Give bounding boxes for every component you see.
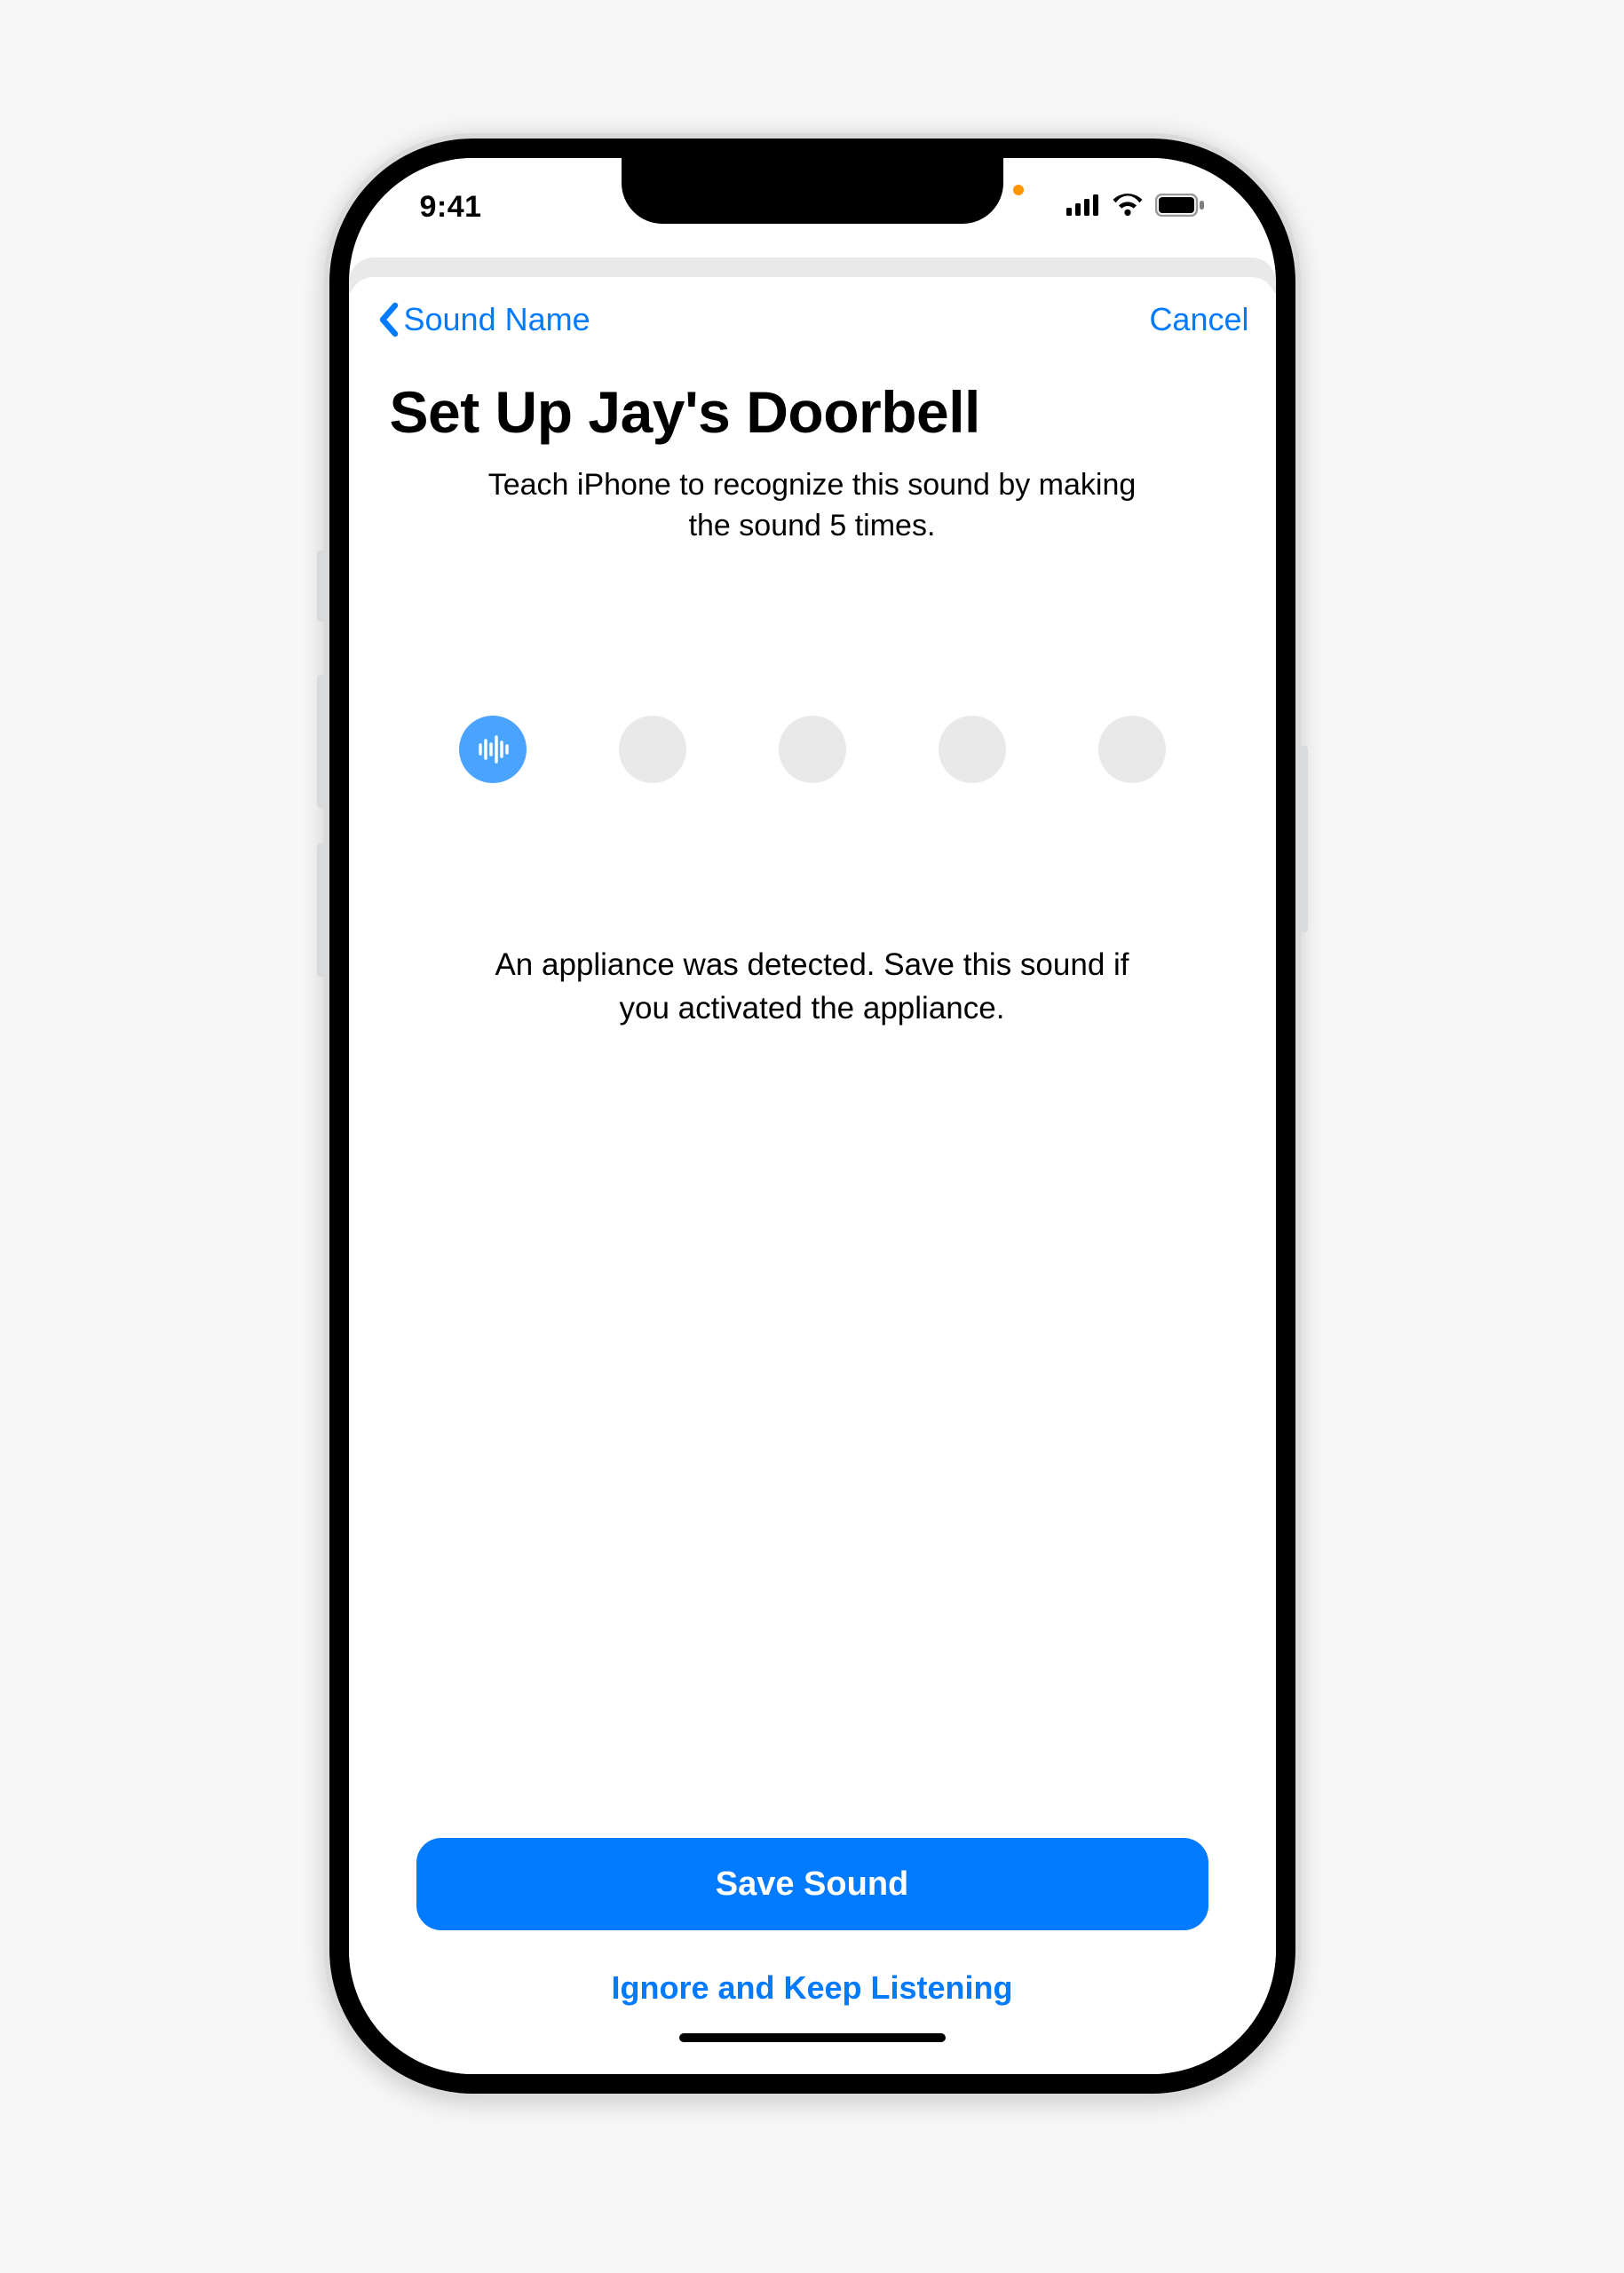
cancel-button[interactable]: Cancel (1149, 301, 1248, 338)
home-indicator[interactable] (679, 2033, 946, 2042)
instructions-text: Teach iPhone to recognize this sound by … (475, 465, 1150, 547)
page-title: Set Up Jay's Doorbell (390, 378, 1235, 446)
modal-sheet: Sound Name Cancel Set Up Jay's Doorbell … (349, 277, 1276, 2074)
nav-bar: Sound Name Cancel (349, 277, 1276, 362)
status-time: 9:41 (420, 190, 482, 225)
privacy-indicator-dot (1013, 185, 1024, 195)
save-sound-button[interactable]: Save Sound (416, 1838, 1208, 1930)
waveform-icon (475, 732, 511, 767)
progress-dot-5 (1098, 716, 1166, 783)
cellular-icon (1066, 194, 1100, 220)
back-label: Sound Name (404, 301, 590, 338)
wifi-icon (1111, 194, 1145, 221)
content: Set Up Jay's Doorbell Teach iPhone to re… (349, 362, 1276, 2074)
iphone-frame: 9:41 (324, 133, 1301, 2099)
progress-dot-4 (939, 716, 1006, 783)
bottom-actions: Save Sound Ignore and Keep Listening (390, 1838, 1235, 2074)
back-button[interactable]: Sound Name (376, 301, 590, 338)
screen: 9:41 (349, 158, 1276, 2074)
detection-message: An appliance was detected. Save this sou… (475, 943, 1150, 1030)
ignore-keep-listening-button[interactable]: Ignore and Keep Listening (408, 1969, 1217, 2007)
status-icons (1066, 194, 1205, 221)
progress-dot-2 (619, 716, 686, 783)
battery-icon (1155, 194, 1205, 221)
volume-up-button (317, 675, 324, 808)
progress-dot-1 (459, 716, 527, 783)
progress-dots (459, 716, 1166, 783)
iphone-bezel: 9:41 (329, 139, 1295, 2094)
notch (622, 158, 1003, 224)
chevron-left-icon (376, 302, 400, 337)
progress-dot-3 (779, 716, 846, 783)
volume-down-button (317, 843, 324, 977)
